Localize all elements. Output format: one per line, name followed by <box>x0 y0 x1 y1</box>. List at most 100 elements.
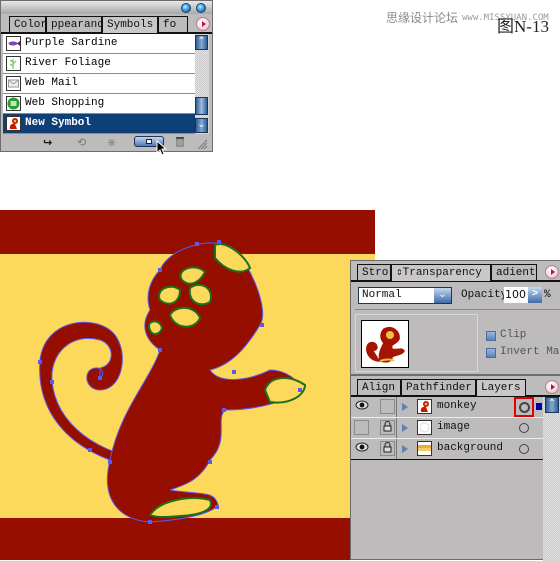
monkey-artwork[interactable] <box>0 210 375 560</box>
monkey-thumbnail-icon <box>366 327 405 363</box>
transparency-tab-row: Strol ⇕Transparency adient <box>351 262 560 282</box>
tab-transparency[interactable]: ⇕Transparency <box>391 264 491 281</box>
eye-icon <box>355 400 368 410</box>
tab-stroke[interactable]: Strol <box>357 264 391 280</box>
scroll-thumb[interactable] <box>195 97 208 115</box>
tab-appearance[interactable]: ppearanc <box>46 16 102 32</box>
panel-titlebar[interactable] <box>1 1 212 14</box>
figure-label: 图N-13 <box>497 17 549 36</box>
tab-color[interactable]: Color <box>9 16 46 32</box>
divider <box>355 309 560 310</box>
lock-toggle[interactable] <box>380 399 395 414</box>
scroll-up-button[interactable]: ⌃ <box>545 397 559 413</box>
thumbnail-area <box>355 314 478 372</box>
watermark-text: 思缘设计论坛 <box>386 11 459 25</box>
visibility-toggle[interactable] <box>354 441 369 456</box>
layer-row-image[interactable]: image <box>351 418 541 438</box>
invert-mask-checkbox[interactable] <box>486 348 496 358</box>
selection-indicator <box>536 403 542 410</box>
opacity-input[interactable]: 100 <box>504 287 528 303</box>
lock-toggle[interactable] <box>380 420 395 435</box>
symbol-label: Purple Sardine <box>25 37 118 49</box>
trash-icon[interactable] <box>175 136 185 150</box>
blend-mode-select[interactable]: Normal ⌄ <box>358 287 452 304</box>
target-icon[interactable] <box>519 402 530 413</box>
symbol-label: Web Shopping <box>25 97 105 109</box>
expand-layer-icon[interactable] <box>402 403 408 411</box>
symbols-scrollbar[interactable]: ⌃ ⌄ <box>195 34 209 134</box>
panel-menu-button[interactable] <box>545 265 559 279</box>
transparency-panel: Strol ⇕Transparency adient Normal ⌄ Opac… <box>350 260 560 375</box>
layer-name: background <box>437 442 504 454</box>
tab-symbols[interactable]: Symbols <box>102 16 158 33</box>
mail-icon <box>6 76 21 91</box>
target-icon[interactable] <box>519 423 529 433</box>
layer-name: image <box>437 421 471 433</box>
layers-scrollbar[interactable]: ⌃ <box>543 397 560 561</box>
monkey-icon <box>6 116 21 131</box>
tab-layers[interactable]: Layers <box>476 379 526 396</box>
collapse-button[interactable] <box>181 3 191 13</box>
layer-thumbnail-background <box>417 441 432 456</box>
scroll-up-button[interactable]: ⌃ <box>195 35 208 50</box>
fish-icon <box>6 36 21 51</box>
column-divider <box>396 439 397 459</box>
layers-panel: Align Pathfinder Layers monkey image bac… <box>350 375 560 561</box>
expand-layer-icon[interactable] <box>402 445 408 453</box>
object-thumbnail[interactable] <box>361 320 409 368</box>
layer-thumbnail-image <box>417 420 432 435</box>
opacity-label: Opacity <box>461 289 508 301</box>
shopping-icon <box>6 96 21 111</box>
lock-icon <box>383 421 392 432</box>
place-symbol-icon[interactable]: ↪ <box>43 136 52 149</box>
foliage-icon <box>6 56 21 71</box>
opacity-slider-button[interactable]: > <box>528 287 542 303</box>
layer-thumbnail-monkey <box>417 399 432 414</box>
eye-icon <box>355 442 368 452</box>
lock-icon <box>383 442 392 453</box>
list-bottom-border <box>351 459 543 460</box>
visibility-toggle[interactable] <box>354 420 369 435</box>
symbols-panel: Color ppearanc Symbols fo Purple Sardine… <box>0 0 213 156</box>
symbol-label: River Foliage <box>25 57 111 69</box>
column-divider <box>396 397 397 417</box>
expand-layer-icon[interactable] <box>402 424 408 432</box>
layers-tab-row: Align Pathfinder Layers <box>351 377 560 397</box>
resize-grip-icon[interactable] <box>196 137 208 155</box>
opacity-unit: % <box>544 289 551 301</box>
blend-mode-value: Normal <box>362 289 402 301</box>
symbol-item-web-mail[interactable]: Web Mail <box>3 74 195 94</box>
symbol-item-river-foliage[interactable]: River Foliage <box>3 54 195 74</box>
lock-toggle[interactable] <box>380 441 395 456</box>
break-link-icon[interactable]: ⋇ <box>107 136 116 149</box>
new-symbol-icon <box>146 139 152 144</box>
column-divider <box>396 418 397 438</box>
blend-mode-dropdown-button[interactable]: ⌄ <box>434 288 451 303</box>
artboard[interactable] <box>0 210 375 560</box>
layer-row-monkey[interactable]: monkey <box>351 397 542 417</box>
tab-info[interactable]: fo <box>158 16 188 32</box>
scroll-down-button[interactable]: ⌄ <box>195 118 208 133</box>
zoom-button[interactable] <box>196 3 206 13</box>
tab-pathfinder[interactable]: Pathfinder <box>401 379 476 395</box>
symbol-item-purple-sardine[interactable]: Purple Sardine <box>3 34 195 54</box>
clip-checkbox[interactable] <box>486 331 496 341</box>
symbol-item-new-symbol[interactable]: New Symbol <box>3 114 195 134</box>
layers-list: monkey image background <box>351 397 543 460</box>
tab-gradient[interactable]: adient <box>491 264 537 280</box>
symbol-label: Web Mail <box>25 77 78 89</box>
symbol-label: New Symbol <box>25 117 92 129</box>
symbols-bottom-bar: ↪ ⟲ ⋇ <box>1 135 212 150</box>
replace-symbol-icon[interactable]: ⟲ <box>77 136 86 149</box>
layer-row-background[interactable]: background <box>351 439 541 459</box>
clip-label: Clip <box>500 329 527 341</box>
visibility-toggle[interactable] <box>354 399 369 414</box>
target-icon[interactable] <box>519 444 529 454</box>
panel-menu-button[interactable] <box>196 17 210 31</box>
layer-name: monkey <box>437 400 477 412</box>
panel-menu-button[interactable] <box>545 380 559 394</box>
symbol-item-web-shopping[interactable]: Web Shopping <box>3 94 195 114</box>
invert-mask-label: Invert Mas <box>500 346 560 358</box>
tab-align[interactable]: Align <box>357 379 401 395</box>
mouse-cursor-icon <box>156 139 168 161</box>
